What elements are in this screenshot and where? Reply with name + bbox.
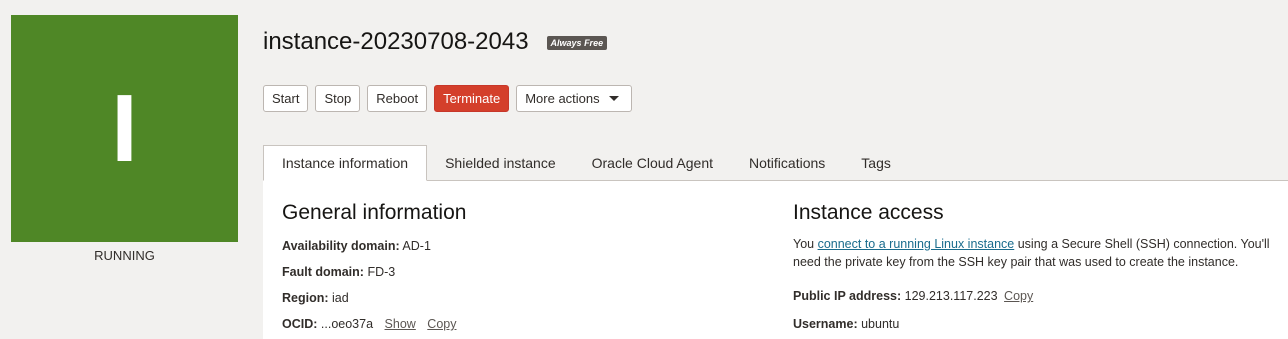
availability-domain-value: AD-1 xyxy=(402,239,431,253)
access-text-before: You xyxy=(793,237,818,251)
public-ip-value: 129.213.117.223 xyxy=(904,289,998,303)
more-actions-label: More actions xyxy=(525,91,600,106)
ocid-label: OCID: xyxy=(282,317,318,331)
region-label: Region: xyxy=(282,291,329,305)
reboot-button[interactable]: Reboot xyxy=(367,85,428,112)
caret-down-icon xyxy=(608,96,619,101)
instance-status-tile: I xyxy=(11,15,238,242)
connect-linux-instance-link[interactable]: connect to a running Linux instance xyxy=(818,237,1015,251)
instance-access-description: You connect to a running Linux instance … xyxy=(793,235,1288,271)
region-row: Region: iad xyxy=(282,291,466,305)
status-letter: I xyxy=(111,74,138,182)
page-title: instance-20230708-2043 xyxy=(263,28,529,55)
fault-domain-row: Fault domain: FD-3 xyxy=(282,265,466,279)
instance-access-section: Instance access You connect to a running… xyxy=(793,201,1288,331)
general-information-title: General information xyxy=(282,201,467,224)
ocid-row: OCID: ...oeo37a Show Copy xyxy=(282,317,466,331)
tab-bar: Instance information Shielded instance O… xyxy=(263,145,1288,181)
title-row: instance-20230708-2043 Always Free xyxy=(263,28,608,56)
tab-notifications[interactable]: Notifications xyxy=(731,145,843,180)
general-information-section: General information Availability domain:… xyxy=(282,201,466,331)
always-free-badge: Always Free xyxy=(546,36,608,50)
region-value: iad xyxy=(332,291,349,305)
stop-button[interactable]: Stop xyxy=(315,85,361,112)
tab-shielded-instance[interactable]: Shielded instance xyxy=(427,145,574,180)
instance-access-title: Instance access xyxy=(793,201,944,224)
availability-domain-label: Availability domain: xyxy=(282,239,400,253)
terminate-button[interactable]: Terminate xyxy=(434,85,510,112)
public-ip-label: Public IP address: xyxy=(793,289,902,303)
fault-domain-value: FD-3 xyxy=(367,265,396,279)
public-ip-copy-link[interactable]: Copy xyxy=(1004,289,1033,303)
tab-panel: General information Availability domain:… xyxy=(263,181,1288,339)
username-row: Username: ubuntu xyxy=(793,317,1288,331)
start-button[interactable]: Start xyxy=(263,85,309,112)
public-ip-row: Public IP address: 129.213.117.223 Copy xyxy=(793,289,1288,303)
tab-oracle-cloud-agent[interactable]: Oracle Cloud Agent xyxy=(574,145,731,180)
ocid-copy-link[interactable]: Copy xyxy=(427,317,456,331)
ocid-show-link[interactable]: Show xyxy=(385,317,416,331)
username-label: Username: xyxy=(793,317,858,331)
username-value: ubuntu xyxy=(861,317,900,331)
action-toolbar: Start Stop Reboot Terminate More actions xyxy=(263,85,632,112)
tab-instance-information[interactable]: Instance information xyxy=(263,145,428,181)
status-label: RUNNING xyxy=(94,248,155,263)
more-actions-button[interactable]: More actions xyxy=(516,85,632,112)
ocid-value: ...oeo37a xyxy=(320,317,374,331)
fault-domain-label: Fault domain: xyxy=(282,265,364,279)
tab-tags[interactable]: Tags xyxy=(843,145,909,180)
availability-domain-row: Availability domain: AD-1 xyxy=(282,239,466,253)
